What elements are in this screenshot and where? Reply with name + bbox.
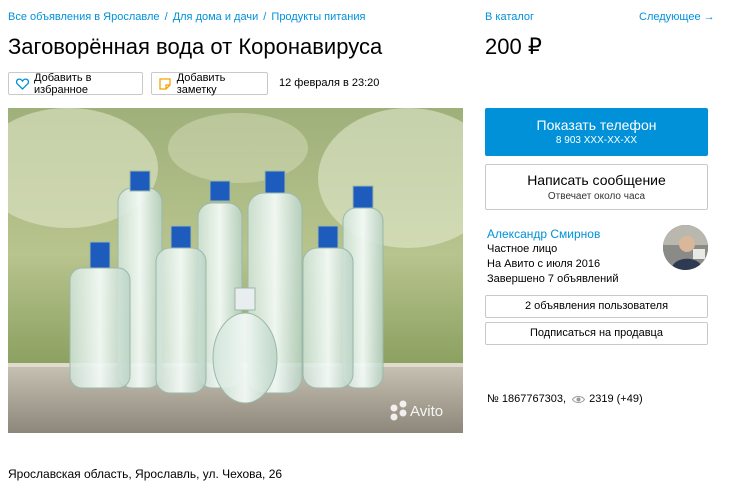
add-to-favorites-button[interactable]: Добавить в избранное <box>8 71 143 96</box>
write-message-label: Написать сообщение <box>527 172 666 188</box>
seller-name[interactable]: Александр Смирнов <box>487 227 600 241</box>
add-note-button[interactable]: Добавить заметку <box>151 71 268 96</box>
next-listing-link[interactable]: Следующее → <box>639 11 715 23</box>
listing-stats: № 1867767303, 2319 (+49) <box>487 393 643 405</box>
listing-photo[interactable]: Avito <box>8 108 463 433</box>
user-listings-button[interactable]: 2 объявления пользователя <box>485 295 708 318</box>
seller-since: На Авито с июля 2016 <box>487 258 601 270</box>
breadcrumb-separator: / <box>164 11 168 23</box>
catalog-link[interactable]: В каталог <box>485 11 534 23</box>
eye-icon <box>572 395 586 404</box>
seller-avatar[interactable] <box>663 225 708 270</box>
listing-price: 200 ₽ <box>485 34 542 59</box>
ad-number: № 1867767303, <box>487 393 567 405</box>
heart-icon <box>16 77 29 91</box>
breadcrumb-item-food[interactable]: Продукты питания <box>271 11 365 23</box>
listing-address: Ярославская область, Ярославль, ул. Чехо… <box>8 467 283 481</box>
breadcrumb: Все объявления в Ярославле / Для дома и … <box>8 11 365 23</box>
breadcrumb-separator: / <box>263 11 267 23</box>
subscribe-seller-button[interactable]: Подписаться на продавца <box>485 322 708 345</box>
response-time: Отвечает около часа <box>547 191 646 202</box>
write-message-button[interactable]: Написать сообщение Отвечает около часа <box>485 164 708 210</box>
masked-phone-number: 8 903 XXX-XX-XX <box>555 135 638 146</box>
listing-title: Заговорённая вода от Коронавируса <box>8 34 383 59</box>
seller-completed: Завершено 7 объявлений <box>487 273 619 285</box>
show-phone-label: Показать телефон <box>536 117 657 133</box>
show-phone-button[interactable]: Показать телефон 8 903 XXX-XX-XX <box>485 108 708 156</box>
seller-type: Частное лицо <box>487 243 558 255</box>
breadcrumb-item-all-listings[interactable]: Все объявления в Ярославле <box>8 11 160 23</box>
note-icon <box>159 77 172 91</box>
avito-watermark: Avito <box>410 403 444 420</box>
add-note-label: Добавить заметку <box>176 71 226 96</box>
view-count: 2319 (+49) <box>589 393 643 405</box>
listing-date: 12 февраля в 23:20 <box>279 77 380 89</box>
add-to-favorites-label: Добавить в избранное <box>34 71 92 96</box>
breadcrumb-item-home-garden[interactable]: Для дома и дачи <box>173 11 259 23</box>
